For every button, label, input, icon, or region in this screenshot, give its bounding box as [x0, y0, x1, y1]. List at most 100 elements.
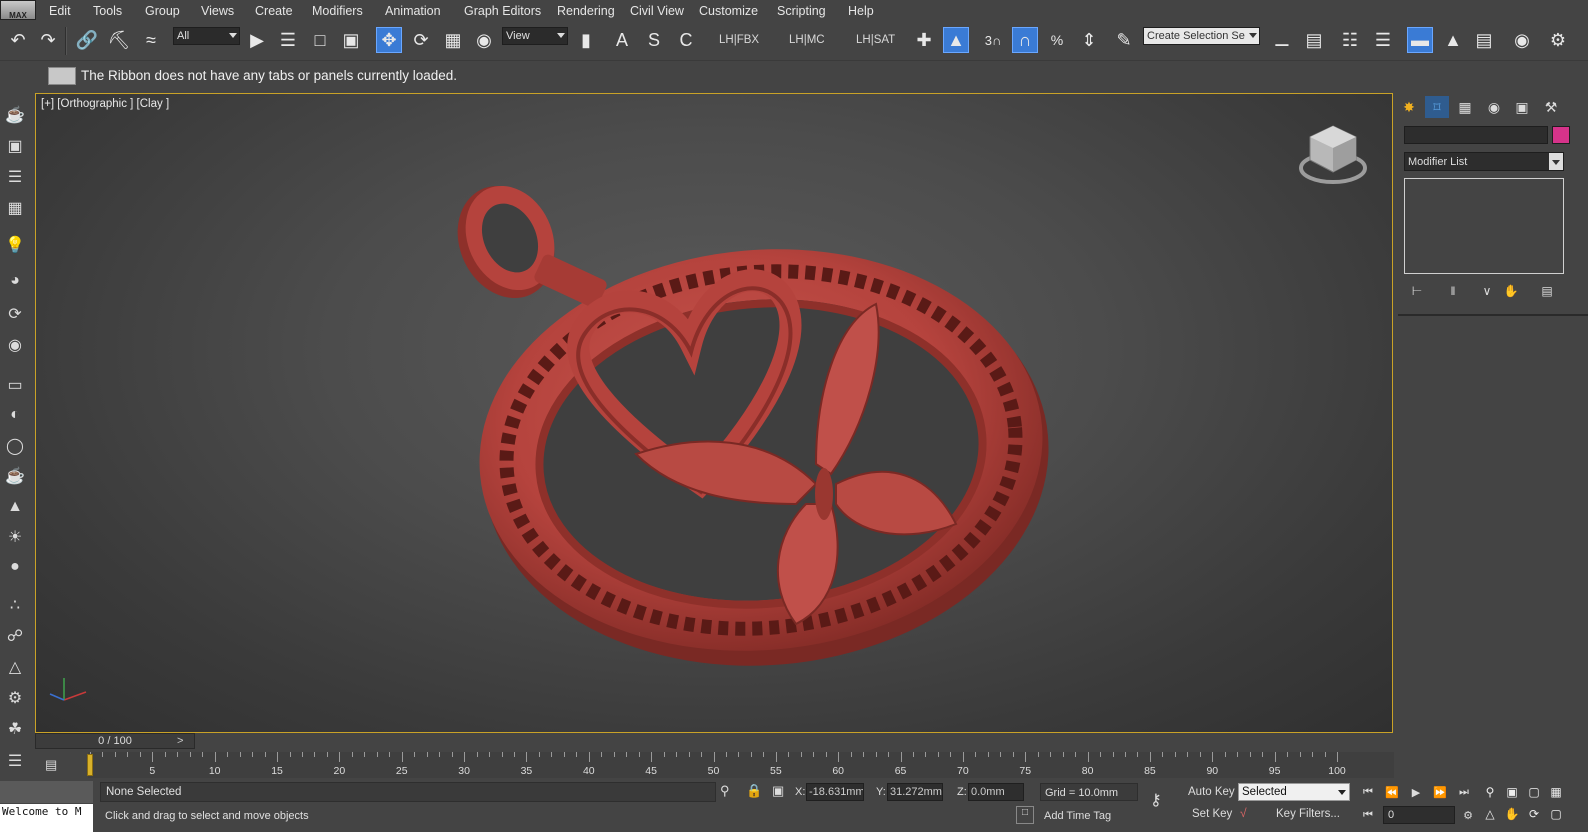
script-a-icon[interactable]: A: [609, 27, 635, 53]
select-and-place-icon[interactable]: ◉: [471, 27, 497, 53]
object-name-input[interactable]: [1404, 126, 1548, 144]
time-configuration-icon[interactable]: ⚙: [1458, 806, 1478, 824]
align-icon[interactable]: ▤: [1301, 27, 1327, 53]
auto-key-button[interactable]: Auto Key: [1188, 786, 1235, 798]
hierarchy-tab-icon[interactable]: ▦: [1453, 96, 1477, 118]
display-tab-icon[interactable]: ▣: [1510, 96, 1534, 118]
hemisphere-icon[interactable]: ◐: [4, 404, 26, 426]
pendant-model[interactable]: [436, 154, 1076, 714]
make-unique-icon[interactable]: ∨: [1476, 282, 1498, 300]
script-s-icon[interactable]: S: [641, 27, 667, 53]
track-bar[interactable]: [88, 752, 1394, 778]
molecule-icon[interactable]: ☍: [4, 625, 26, 647]
keyboard-shortcut-override-icon[interactable]: ▲: [943, 27, 969, 53]
viewcube-icon[interactable]: [1298, 120, 1368, 190]
menu-customize[interactable]: Customize: [699, 4, 758, 18]
absolute-mode-icon[interactable]: ▣: [772, 783, 784, 799]
y-coordinate-field[interactable]: 31.272mm: [887, 783, 943, 801]
utilities-tab-icon[interactable]: ⚒: [1539, 96, 1563, 118]
menu-group[interactable]: Group: [145, 4, 180, 18]
key-mode-dropdown[interactable]: Selected: [1238, 783, 1350, 801]
z-coordinate-field[interactable]: 0.0mm: [968, 783, 1024, 801]
select-and-move-icon[interactable]: ✥: [376, 27, 402, 53]
menu-scripting[interactable]: Scripting: [777, 4, 826, 18]
maxscript-mini-listener[interactable]: Welcome to M: [0, 804, 93, 832]
menu-tools[interactable]: Tools: [93, 4, 122, 18]
viewport-label[interactable]: [+] [Orthographic ] [Clay ]: [41, 98, 169, 110]
menu-views[interactable]: Views: [201, 4, 234, 18]
set-key-button[interactable]: Set Key: [1192, 808, 1232, 820]
menu-edit[interactable]: Edit: [49, 4, 71, 18]
menu-create[interactable]: Create: [255, 4, 293, 18]
create-tab-icon[interactable]: ✸: [1397, 96, 1421, 118]
snaps-toggle-icon[interactable]: 3 ∩: [980, 27, 1006, 53]
modify-tab-icon[interactable]: ⌑: [1425, 96, 1449, 118]
zoom-extents-icon[interactable]: ▢: [1524, 782, 1544, 802]
current-frame-field[interactable]: 0: [1383, 806, 1455, 824]
spinner-snap-icon[interactable]: ⇕: [1076, 27, 1102, 53]
menu-graph-editors[interactable]: Graph Editors: [464, 4, 541, 18]
field-of-view-icon[interactable]: △: [1480, 804, 1500, 824]
x-coordinate-field[interactable]: -18.631mm: [806, 783, 864, 801]
unlink-selection-icon[interactable]: ⛏: [106, 27, 132, 53]
default-tangent-icon[interactable]: √: [1240, 806, 1247, 820]
plane-icon[interactable]: ▭: [4, 374, 26, 396]
object-color-swatch[interactable]: [1552, 126, 1570, 144]
menu-help[interactable]: Help: [848, 4, 874, 18]
lh-sat-button[interactable]: LH|SAT: [856, 34, 895, 46]
grass-icon[interactable]: ☘: [4, 718, 26, 740]
isolate-selection-icon[interactable]: ⚲: [720, 783, 730, 799]
mini-curve-editor-icon[interactable]: ▤: [45, 757, 65, 773]
pin-stack-icon[interactable]: ⊢: [1406, 282, 1428, 300]
select-object-icon[interactable]: ▶: [244, 27, 270, 53]
edit-named-selection-icon[interactable]: ✎: [1111, 27, 1137, 53]
script-c-icon[interactable]: C: [673, 27, 699, 53]
list-icon[interactable]: ☰: [4, 166, 26, 188]
remove-modifier-icon[interactable]: ✋: [1500, 282, 1522, 300]
select-and-scale-icon[interactable]: ▦: [440, 27, 466, 53]
bind-to-space-warp-icon[interactable]: ≈: [138, 27, 164, 53]
perspective-viewport[interactable]: [+] [Orthographic ] [Clay ]: [35, 93, 1393, 733]
configure-modifier-sets-icon[interactable]: ▤: [1536, 282, 1558, 300]
selection-lock-icon[interactable]: 🔒: [746, 783, 762, 799]
material-editor-icon[interactable]: ◉: [1509, 27, 1535, 53]
curve-editor-icon[interactable]: ▲: [1440, 27, 1466, 53]
camera-icon[interactable]: ◕: [4, 270, 26, 292]
render-setup-icon[interactable]: ⚙: [1545, 27, 1571, 53]
select-and-rotate-icon[interactable]: ⟳: [408, 27, 434, 53]
current-frame-marker[interactable]: [87, 754, 93, 776]
toggle-ribbon-icon[interactable]: ☰: [1370, 27, 1396, 53]
menu-civil-view[interactable]: Civil View: [630, 4, 684, 18]
modifier-stack[interactable]: [1404, 178, 1564, 274]
maxscript-listener-top[interactable]: [0, 781, 93, 803]
redo-icon[interactable]: ↷: [35, 27, 61, 53]
graphite-tools-icon[interactable]: ▬: [1407, 27, 1433, 53]
select-by-name-icon[interactable]: ☰: [275, 27, 301, 53]
manipulate-icon[interactable]: ✚: [911, 27, 937, 53]
teapot-shape-icon[interactable]: ☕: [4, 465, 26, 487]
percent-snap-icon[interactable]: %: [1044, 27, 1070, 53]
particles-icon[interactable]: ∴: [4, 594, 26, 616]
add-time-tag[interactable]: Add Time Tag: [1044, 810, 1111, 822]
selection-filter-dropdown[interactable]: All: [173, 27, 240, 45]
light-bulb-icon[interactable]: 💡: [4, 234, 26, 256]
film-icon[interactable]: ◉: [4, 334, 26, 356]
schematic-view-icon[interactable]: ▤: [1471, 27, 1497, 53]
lh-fbx-button[interactable]: LH|FBX: [719, 34, 759, 46]
previous-frame-icon[interactable]: ⏪: [1382, 783, 1402, 801]
maximize-viewport-icon[interactable]: ▢: [1546, 804, 1566, 824]
rotate-tool-icon[interactable]: ⟳: [4, 303, 26, 325]
angle-snap-icon[interactable]: ∩: [1012, 27, 1038, 53]
show-end-result-icon[interactable]: ‖: [1442, 282, 1464, 300]
hf-hair-icon[interactable]: ☰: [4, 750, 26, 772]
teapot-icon[interactable]: ☕: [4, 104, 26, 126]
key-mode-toggle-icon[interactable]: ⏮: [1358, 806, 1378, 824]
orbit-icon[interactable]: ⟳: [1524, 804, 1544, 824]
gear-icon[interactable]: ⚙: [4, 687, 26, 709]
next-frame-icon[interactable]: ⏩: [1430, 783, 1450, 801]
time-slider-next-icon[interactable]: >: [177, 735, 183, 747]
menu-animation[interactable]: Animation: [385, 4, 441, 18]
use-pivot-center-icon[interactable]: ▮: [573, 27, 599, 53]
zoom-icon[interactable]: ⚲: [1480, 782, 1500, 802]
lh-mc-button[interactable]: LH|MC: [789, 34, 825, 46]
